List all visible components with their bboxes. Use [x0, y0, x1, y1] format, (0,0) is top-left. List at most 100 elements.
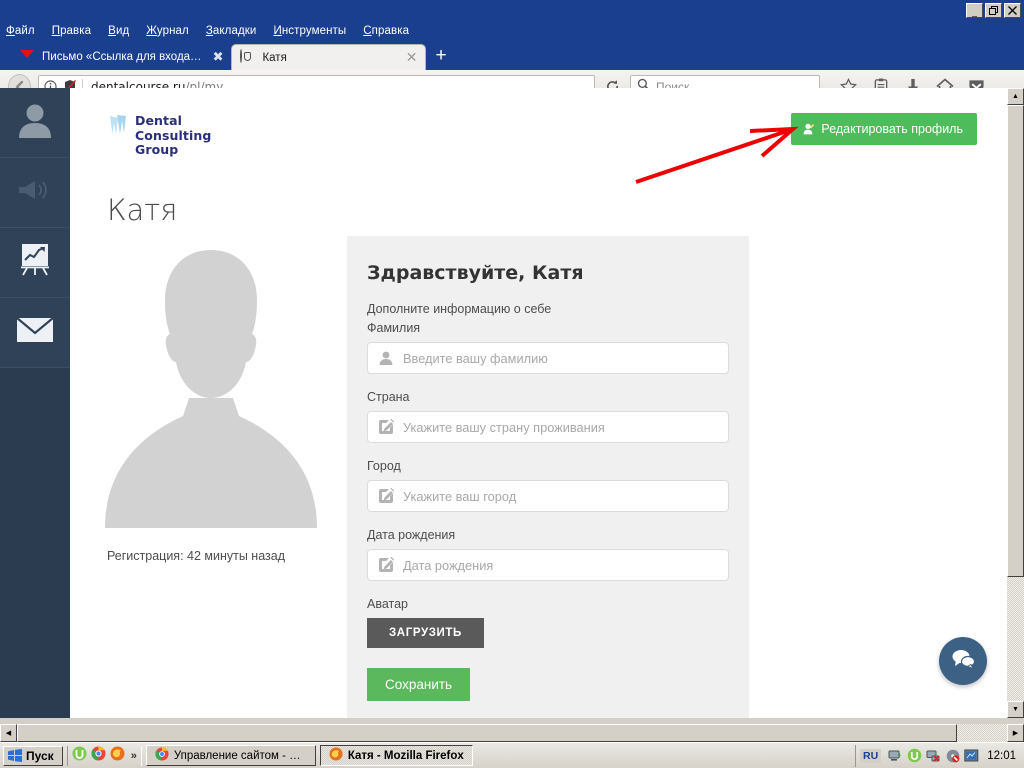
firefox-page-icon	[240, 49, 255, 65]
city-input[interactable]: Укажите ваш город	[403, 489, 516, 504]
megaphone-icon	[18, 178, 52, 207]
save-button[interactable]: Сохранить	[367, 668, 471, 701]
tab-mail[interactable]: Письмо «Ссылка для входа… ✖	[12, 44, 231, 70]
logo-line-3: Group	[135, 142, 179, 157]
chat-bubbles-icon	[950, 648, 976, 675]
tab-close-icon[interactable]: ✕	[402, 49, 418, 66]
taskbar-item-firefox-label: Катя - Mozilla Firefox	[347, 749, 464, 762]
form-subtitle: Дополните информацию о себе	[367, 302, 552, 316]
minimize-button[interactable]: _	[966, 2, 983, 18]
menu-file-label: айл	[14, 25, 35, 37]
pencil-square-icon	[378, 487, 395, 504]
quicklaunch-overflow-icon[interactable]: »	[129, 750, 137, 762]
tooth-icon	[108, 114, 130, 142]
sidebar-item-profile[interactable]	[0, 88, 70, 158]
menu-bookmarks[interactable]: Закладки	[206, 25, 257, 37]
label-city: Город	[367, 459, 401, 473]
sidebar-item-statistics[interactable]	[0, 228, 70, 298]
birthdate-input[interactable]: Дата рождения	[403, 558, 493, 573]
menu-history[interactable]: Журнал	[146, 25, 189, 37]
site-logo[interactable]: Dental Consulting Group	[108, 113, 211, 158]
window-controls: _	[966, 2, 1024, 18]
chat-widget-button[interactable]	[939, 637, 987, 685]
menubar: Файл Правка Вид Журнал Закладки Инструме…	[0, 20, 1024, 42]
edit-profile-button[interactable]: Редактировать профиль	[791, 113, 977, 145]
menu-help[interactable]: Справка	[363, 25, 409, 37]
window-titlebar: _	[0, 0, 1024, 20]
page-title: Катя	[107, 193, 178, 227]
monitor-icon[interactable]	[964, 748, 979, 763]
window-vscroll-thumb[interactable]	[1007, 105, 1024, 577]
avatar	[105, 238, 317, 528]
yandex-mail-icon	[20, 50, 35, 65]
window-vscroll-track[interactable]	[1007, 105, 1024, 701]
menu-edit[interactable]: Правка	[52, 25, 91, 37]
label-lastname: Фамилия	[367, 321, 421, 335]
tab-katya[interactable]: Катя ✕	[231, 44, 427, 70]
clock[interactable]: 12:01	[983, 750, 1016, 762]
user-icon	[378, 350, 394, 366]
sidebar-item-messages[interactable]	[0, 298, 70, 368]
taskbar-item-chrome-label: Управление сайтом - G…	[173, 749, 307, 762]
window-hscroll-thumb[interactable]	[17, 724, 957, 742]
tab-strip: Письмо «Ссылка для входа… ✖ Катя ✕ +	[0, 42, 1024, 70]
window-scroll-right-button[interactable]: ▶	[1007, 724, 1024, 742]
logo-line-1: Dental	[135, 113, 183, 128]
window-scroll-up-button[interactable]: ▲	[1007, 88, 1024, 105]
start-label: Пуск	[26, 748, 54, 763]
window-vertical-scrollbar[interactable]: ▲ ▼	[1007, 88, 1024, 718]
user-icon	[15, 100, 55, 145]
window-hscroll-track[interactable]	[17, 724, 1007, 742]
utorrent-icon[interactable]	[72, 746, 87, 766]
page-body: Dental Consulting Group Редактировать пр…	[70, 88, 1007, 718]
country-input[interactable]: Укажите вашу страну проживания	[403, 420, 605, 435]
logo-text: Dental Consulting Group	[135, 113, 211, 158]
chrome-icon[interactable]	[91, 746, 106, 766]
menu-file[interactable]: Файл	[6, 25, 35, 37]
chart-presentation-icon	[18, 242, 52, 283]
tab-close-icon[interactable]: ✖	[209, 49, 224, 65]
registration-date: Регистрация: 42 минуты назад	[107, 549, 285, 563]
pencil-square-icon	[378, 418, 395, 435]
firefox-icon[interactable]	[110, 746, 125, 766]
firefox-icon	[329, 747, 343, 764]
sidebar-filler	[0, 368, 70, 718]
quick-launch: »	[66, 745, 142, 766]
network-icon[interactable]	[888, 748, 903, 763]
start-button[interactable]: Пуск	[3, 745, 63, 766]
label-avatar: Аватар	[367, 597, 409, 611]
utorrent-icon[interactable]	[907, 748, 922, 763]
tab-mail-label: Письмо «Ссылка для входа…	[42, 51, 202, 63]
sidebar-item-announcements[interactable]	[0, 158, 70, 228]
field-lastname[interactable]: Введите вашу фамилию	[367, 342, 729, 374]
field-city[interactable]: Укажите ваш город	[367, 480, 729, 512]
restore-button[interactable]	[985, 2, 1002, 18]
network-disconnected-icon[interactable]	[926, 748, 941, 763]
label-country: Страна	[367, 390, 410, 404]
chrome-icon	[155, 747, 169, 764]
menu-view[interactable]: Вид	[108, 25, 129, 37]
form-title: Здравствуйте, Катя	[367, 262, 584, 284]
form-inner: Здравствуйте, Катя Дополните информацию …	[347, 262, 749, 701]
close-button[interactable]	[1004, 2, 1021, 18]
system-tray: RU 12:01	[855, 744, 1021, 767]
label-birthdate: Дата рождения	[367, 528, 456, 542]
disc-icon[interactable]	[945, 748, 960, 763]
desktop: _ Файл Правка Вид Журнал Закладки Инстру…	[0, 0, 1024, 768]
language-indicator[interactable]: RU	[860, 748, 882, 763]
menu-tools[interactable]: Инструменты	[273, 25, 346, 37]
taskbar-item-firefox[interactable]: Катя - Mozilla Firefox	[319, 745, 473, 766]
window-horizontal-scrollbar[interactable]: ◀ ▶	[0, 724, 1024, 742]
field-birthdate[interactable]: Дата рождения	[367, 549, 729, 581]
tab-katya-label: Катя	[262, 51, 287, 64]
taskbar-item-chrome[interactable]: Управление сайтом - G…	[145, 745, 316, 766]
window-scroll-down-button[interactable]: ▼	[1007, 701, 1024, 718]
lastname-input[interactable]: Введите вашу фамилию	[403, 351, 548, 366]
window-scroll-left-button[interactable]: ◀	[0, 724, 17, 742]
upload-avatar-button[interactable]: ЗАГРУЗИТЬ	[367, 618, 484, 648]
taskbar: Пуск » Управление сайтом - G… Катя - Moz…	[0, 742, 1024, 768]
new-tab-button[interactable]: +	[426, 46, 455, 67]
field-country[interactable]: Укажите вашу страну проживания	[367, 411, 729, 443]
pencil-square-icon	[378, 556, 395, 573]
user-edit-icon	[803, 123, 815, 135]
